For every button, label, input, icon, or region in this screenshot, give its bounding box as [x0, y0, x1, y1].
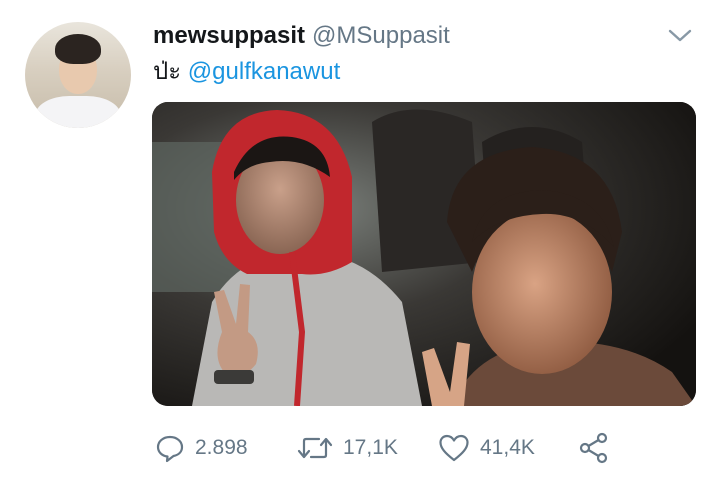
avatar-hair: [55, 34, 101, 64]
share-button[interactable]: [578, 428, 610, 468]
display-name[interactable]: mewsuppasit: [153, 22, 305, 50]
avatar-shirt: [35, 96, 121, 128]
tweet-text: ป่ะ @gulfkanawut: [153, 57, 340, 87]
retweet-icon: [297, 433, 333, 463]
share-icon: [578, 432, 610, 464]
tweet-text-prefix: ป่ะ: [153, 58, 182, 85]
retweet-button[interactable]: 17,1K: [297, 428, 398, 468]
tweet-actions: 2.898 17,1K 41,4K: [155, 428, 625, 468]
like-icon: [438, 433, 470, 463]
retweet-count: 17,1K: [343, 436, 398, 459]
avatar[interactable]: [25, 22, 131, 128]
like-button[interactable]: 41,4K: [438, 428, 535, 468]
reply-icon: [155, 433, 185, 463]
chevron-down-icon[interactable]: [667, 26, 693, 46]
mention-link[interactable]: @gulfkanawut: [188, 58, 340, 85]
reply-button[interactable]: 2.898: [155, 428, 248, 468]
reply-count: 2.898: [195, 436, 248, 459]
photo-illustration: [152, 102, 696, 406]
like-count: 41,4K: [480, 436, 535, 459]
tweet-header: mewsuppasit @MSuppasit: [153, 22, 450, 50]
user-handle[interactable]: @MSuppasit: [312, 22, 450, 50]
tweet-photo[interactable]: [152, 102, 696, 406]
